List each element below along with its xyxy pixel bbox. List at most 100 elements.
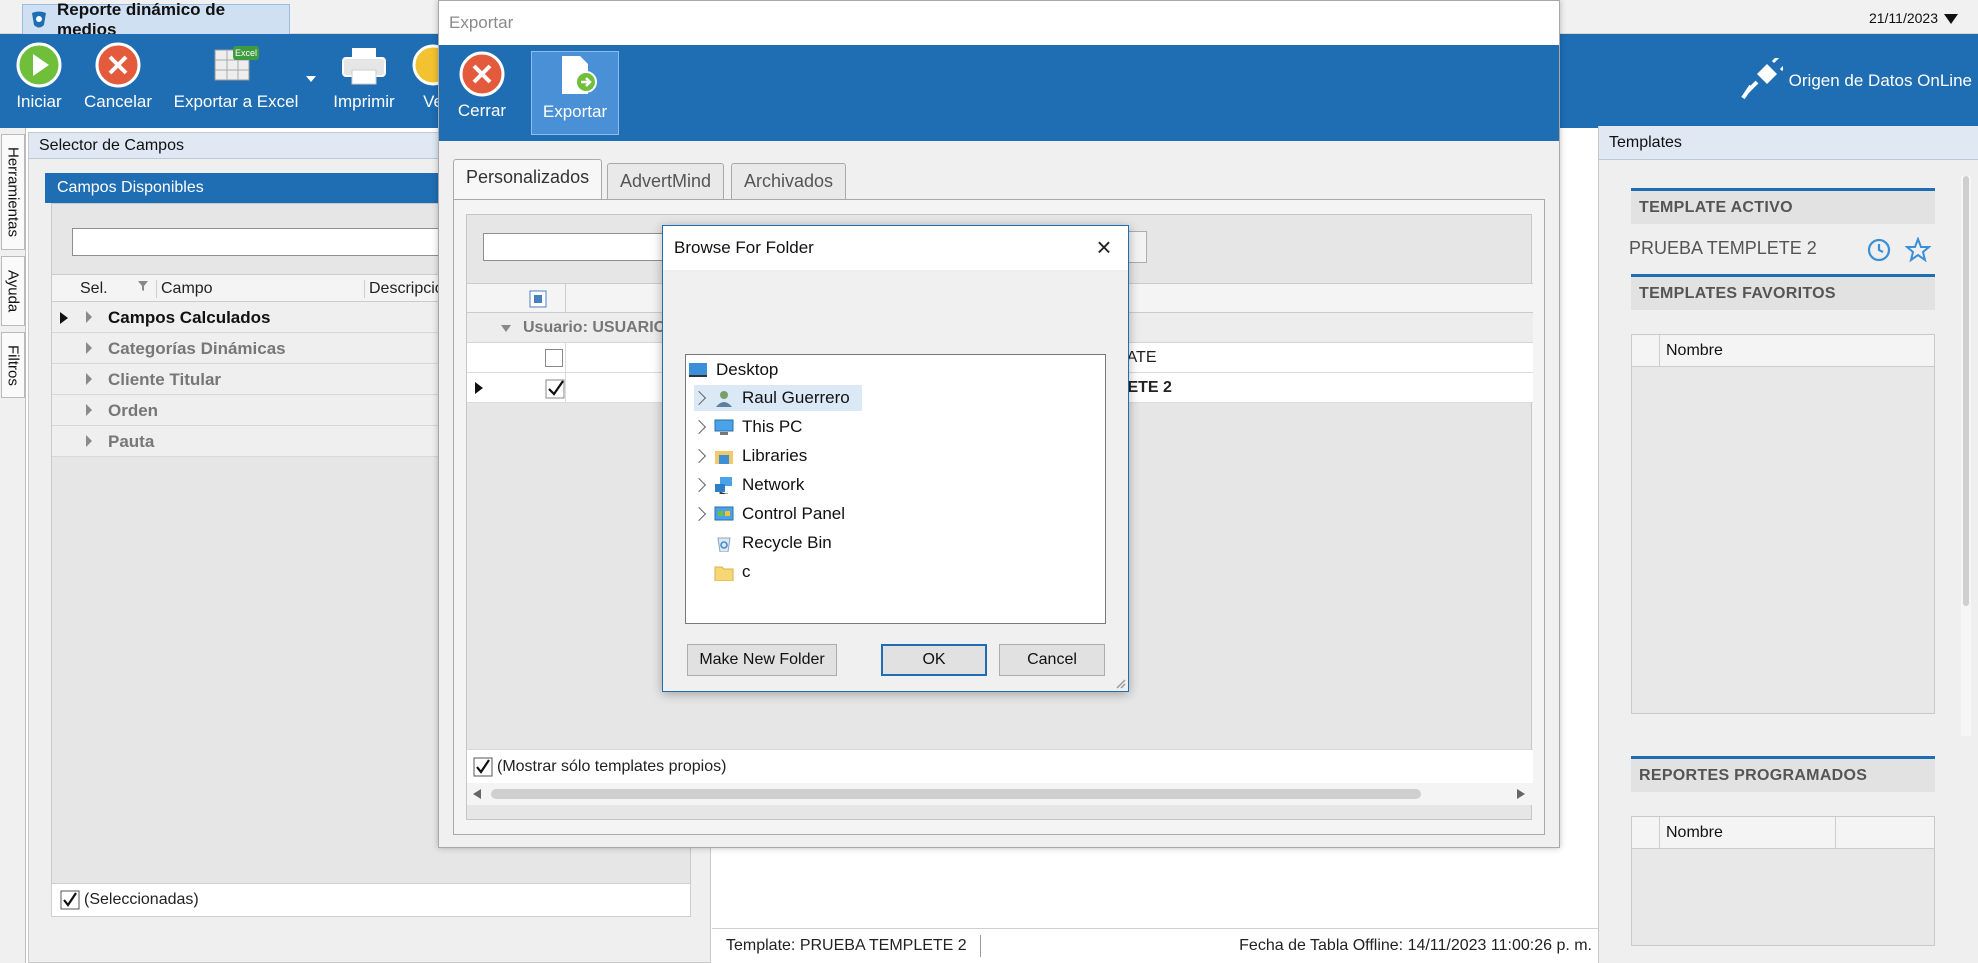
dropdown-arrow-icon[interactable]: [1944, 14, 1958, 24]
reportes-programados-header: REPORTES PROGRAMADOS: [1631, 756, 1935, 792]
folder-tree: Desktop Raul Guerrero This PC Libraries …: [685, 354, 1106, 624]
expand-arrow-icon[interactable]: [691, 390, 707, 406]
iniciar-button[interactable]: Iniciar: [12, 34, 66, 128]
tree-node-label: Libraries: [742, 446, 808, 465]
side-tab-ayuda[interactable]: Ayuda: [1, 256, 25, 326]
row-checkbox-checked[interactable]: [545, 377, 567, 399]
col-sel[interactable]: Sel.: [80, 280, 108, 298]
clock-icon[interactable]: [1867, 238, 1891, 262]
checkbox-checked-icon[interactable]: [60, 890, 80, 910]
tree-node-label: Network: [742, 475, 805, 494]
cerrar-button[interactable]: Cerrar: [451, 51, 513, 135]
campo-row-label: Pauta: [108, 432, 155, 451]
tree-node-network[interactable]: Network: [691, 472, 805, 498]
exportar-button[interactable]: Exportar: [531, 51, 619, 135]
side-tabs: Herramientas Ayuda Filtros: [0, 128, 26, 963]
exportar-ribbon: Cerrar Exportar: [439, 45, 1559, 141]
select-all-checkbox[interactable]: [529, 290, 547, 308]
expand-icon[interactable]: [86, 435, 92, 447]
expand-icon[interactable]: [86, 311, 92, 323]
expand-arrow-icon[interactable]: [691, 448, 707, 464]
tree-node-libraries[interactable]: Libraries: [691, 443, 808, 469]
imprimir-label: Imprimir: [333, 92, 395, 111]
expand-icon[interactable]: [86, 342, 92, 354]
tab-archivados[interactable]: Archivados: [731, 163, 847, 199]
row-pointer-icon: [60, 312, 68, 324]
tree-node-label: Control Panel: [742, 504, 846, 523]
collapse-icon[interactable]: [501, 325, 511, 332]
ok-button[interactable]: OK: [881, 644, 987, 676]
seleccionadas-footer: (Seleccionadas): [51, 883, 691, 917]
play-icon: [16, 42, 62, 88]
campo-row-label: Cliente Titular: [108, 370, 222, 389]
programados-col-nombre[interactable]: Nombre: [1666, 824, 1723, 842]
iniciar-label: Iniciar: [16, 92, 62, 111]
make-new-folder-button[interactable]: Make New Folder: [687, 644, 837, 676]
mostrar-propios-footer: (Mostrar sólo templates propios): [467, 749, 1533, 783]
exportar-excel-button[interactable]: Excel Exportar a Excel: [172, 34, 300, 128]
tree-node-this-pc[interactable]: This PC: [691, 414, 803, 440]
campo-row-label: Categorías Dinámicas: [108, 339, 286, 358]
excel-badge-text: Excel: [235, 48, 257, 58]
checkbox-checked-icon[interactable]: [473, 757, 493, 777]
exportar-title: Exportar: [439, 1, 1559, 45]
resize-grip-icon[interactable]: [1114, 677, 1126, 689]
campo-row-label: Campos Calculados: [108, 308, 271, 327]
origen-datos-button[interactable]: Origen de Datos OnLine: [1737, 58, 1972, 104]
printer-icon: [342, 48, 386, 85]
cancel-button[interactable]: Cancel: [999, 644, 1105, 676]
star-icon[interactable]: [1905, 237, 1931, 263]
templates-panel: Templates TEMPLATE ACTIVO PRUEBA TEMPLET…: [1598, 126, 1978, 963]
tree-node-label: This PC: [742, 417, 803, 436]
tree-node-c[interactable]: c: [714, 559, 751, 585]
col-campo[interactable]: Campo: [156, 280, 213, 298]
exportar-search-input[interactable]: [483, 233, 663, 261]
status-template: Template: PRUEBA TEMPLETE 2: [726, 937, 967, 954]
favoritos-col-nombre[interactable]: Nombre: [1666, 342, 1723, 360]
scroll-left-icon[interactable]: [473, 789, 481, 799]
expand-arrow-icon[interactable]: [691, 477, 707, 493]
browse-title: Browse For Folder: [663, 226, 1128, 270]
close-icon[interactable]: ×: [1090, 234, 1118, 262]
templates-title: Templates: [1599, 126, 1978, 160]
templates-scrollbar[interactable]: [1961, 176, 1971, 736]
tree-node-label: Desktop: [716, 360, 779, 379]
campo-row-label: Orden: [108, 401, 159, 420]
plug-icon: [1740, 58, 1783, 100]
libraries-icon: [715, 451, 733, 464]
horizontal-scrollbar[interactable]: [467, 783, 1533, 805]
excel-dropdown-icon[interactable]: [306, 76, 316, 82]
network-icon: [715, 477, 732, 494]
excel-icon: Excel: [214, 46, 259, 81]
expand-icon[interactable]: [86, 404, 92, 416]
cancelar-button[interactable]: Cancelar: [82, 34, 154, 128]
tab-advertmind[interactable]: AdvertMind: [607, 163, 725, 199]
template-activo-header: TEMPLATE ACTIVO: [1631, 188, 1935, 224]
exportar-label: Exportar: [542, 102, 608, 121]
side-tab-herramientas[interactable]: Herramientas: [1, 134, 25, 250]
templates-favoritos-header: TEMPLATES FAVORITOS: [1631, 274, 1935, 310]
campos-disponibles-header: Campos Disponibles: [45, 173, 465, 203]
programados-grid: Nombre: [1631, 816, 1935, 946]
expand-arrow-icon[interactable]: [691, 419, 707, 435]
tab-personalizados[interactable]: Personalizados: [453, 159, 603, 199]
tree-node-user[interactable]: Raul Guerrero: [691, 385, 862, 411]
expand-icon[interactable]: [86, 373, 92, 385]
mostrar-propios-label: (Mostrar sólo templates propios): [497, 757, 727, 775]
side-tab-filtros[interactable]: Filtros: [1, 332, 25, 398]
row-checkbox[interactable]: [545, 349, 563, 367]
document-tab[interactable]: Reporte dinámico de medios: [22, 0, 290, 39]
campos-search-input[interactable]: [72, 228, 452, 256]
tree-node-recycle-bin[interactable]: Recycle Bin: [714, 530, 832, 556]
tree-node-control-panel[interactable]: Control Panel: [691, 501, 846, 527]
expand-arrow-icon[interactable]: [691, 506, 707, 522]
status-offline-date: Fecha de Tabla Offline: 14/11/2023 11:00…: [1239, 937, 1592, 954]
imprimir-button[interactable]: Imprimir: [326, 34, 402, 128]
scroll-right-icon[interactable]: [1517, 789, 1525, 799]
filter-icon[interactable]: [138, 281, 148, 291]
tree-node-desktop[interactable]: Desktop: [688, 357, 868, 383]
favoritos-grid: Nombre: [1631, 334, 1935, 714]
app-logo-icon: [31, 11, 46, 27]
desktop-icon: [689, 363, 707, 377]
export-icon: [562, 56, 597, 94]
